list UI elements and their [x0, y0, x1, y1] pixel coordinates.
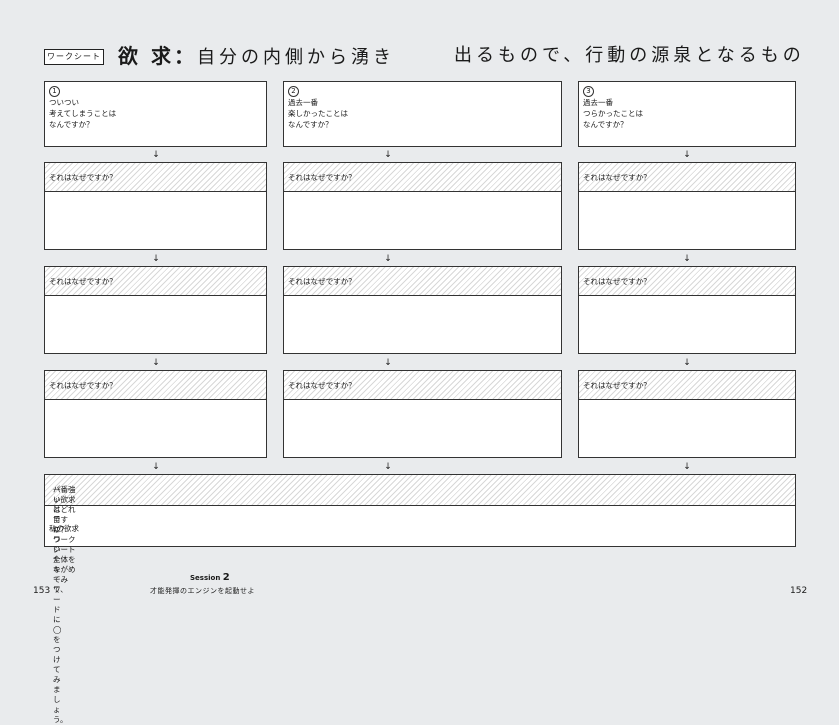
question-2-line-1: 過去一番: [288, 98, 318, 107]
why-label: それはなぜですか？: [583, 173, 651, 182]
title-part2: 出るもので、行動の源泉となるもの: [454, 45, 805, 66]
strongest-desire-box[interactable]: 一番強い欲求はどれですか？ ワークシート全体をながめてみて、 パッと目についたキ…: [44, 474, 796, 724]
question-1-line-3: なんですか？: [49, 120, 94, 129]
down-arrow-icon: ↓: [384, 358, 392, 368]
down-arrow-icon: ↓: [683, 254, 691, 264]
why-header: それはなぜですか？: [284, 371, 561, 400]
down-arrow-icon: ↓: [683, 358, 691, 368]
why-box-r1-c1[interactable]: それはなぜですか？: [44, 162, 267, 250]
question-box-1[interactable]: 1 ついつい 考えてしまうことは なんですか？: [44, 81, 267, 147]
down-arrow-icon: ↓: [384, 254, 392, 264]
question-number-2: 2: [288, 86, 299, 97]
why-label: それはなぜですか？: [288, 277, 356, 286]
why-header: それはなぜですか？: [45, 267, 266, 296]
why-header: それはなぜですか？: [45, 371, 266, 400]
my-desire-label: 私の欲求: [49, 524, 79, 533]
why-box-r3-c3[interactable]: それはなぜですか？: [578, 370, 796, 458]
why-header: それはなぜですか？: [579, 267, 795, 296]
why-header: それはなぜですか？: [579, 163, 795, 192]
question-3-line-1: 過去一番: [583, 98, 613, 107]
down-arrow-icon: ↓: [152, 358, 160, 368]
why-box-r3-c2[interactable]: それはなぜですか？: [283, 370, 562, 458]
down-arrow-icon: ↓: [152, 150, 160, 160]
question-2-line-2: 楽しかったことは: [288, 109, 348, 118]
why-label: それはなぜですか？: [288, 173, 356, 182]
why-box-r3-c1[interactable]: それはなぜですか？: [44, 370, 267, 458]
session-label: Session 2: [190, 572, 230, 583]
down-arrow-icon: ↓: [683, 462, 691, 472]
why-box-r1-c2[interactable]: それはなぜですか？: [283, 162, 562, 250]
why-label: それはなぜですか？: [49, 381, 117, 390]
why-box-r2-c2[interactable]: それはなぜですか？: [283, 266, 562, 354]
why-label: それはなぜですか？: [583, 381, 651, 390]
down-arrow-icon: ↓: [683, 150, 691, 160]
page-title: 欲 求：自分の内側から湧き: [118, 44, 395, 70]
question-2-line-3: なんですか？: [288, 120, 333, 129]
title-main: 欲 求：: [118, 44, 197, 68]
strongest-desire-header: 一番強い欲求はどれですか？ ワークシート全体をながめてみて、 パッと目についたキ…: [45, 475, 795, 724]
why-label: それはなぜですか？: [583, 277, 651, 286]
why-label: それはなぜですか？: [49, 173, 117, 182]
down-arrow-icon: ↓: [152, 462, 160, 472]
question-3-line-3: なんですか？: [583, 120, 628, 129]
why-header: それはなぜですか？: [284, 267, 561, 296]
title-part1: 自分の内側から湧き: [196, 47, 395, 68]
question-number-1: 1: [49, 86, 60, 97]
question-1-line-1: ついつい: [49, 98, 79, 107]
worksheet-tag: ワークシート: [44, 49, 104, 65]
page-number-left: 153: [33, 586, 51, 596]
prompt-line-2: パッと目についたキーワードに◯をつけてみましょう。: [53, 485, 68, 724]
why-header: それはなぜですか？: [45, 163, 266, 192]
down-arrow-icon: ↓: [152, 254, 160, 264]
question-1-line-2: 考えてしまうことは: [49, 109, 117, 118]
session-number: 2: [222, 572, 230, 583]
why-box-r2-c3[interactable]: それはなぜですか？: [578, 266, 796, 354]
why-label: それはなぜですか？: [49, 277, 117, 286]
question-box-3[interactable]: 3 過去一番 つらかったことは なんですか？: [578, 81, 796, 147]
page-number-right: 152: [790, 586, 808, 596]
why-header: それはなぜですか？: [284, 163, 561, 192]
why-label: それはなぜですか？: [288, 381, 356, 390]
why-header: それはなぜですか？: [579, 371, 795, 400]
session-subtitle: 才能発揮のエンジンを起動せよ: [150, 587, 255, 595]
down-arrow-icon: ↓: [384, 150, 392, 160]
session-word: Session: [190, 574, 221, 582]
why-box-r2-c1[interactable]: それはなぜですか？: [44, 266, 267, 354]
why-box-r1-c3[interactable]: それはなぜですか？: [578, 162, 796, 250]
question-box-2[interactable]: 2 過去一番 楽しかったことは なんですか？: [283, 81, 562, 147]
down-arrow-icon: ↓: [384, 462, 392, 472]
question-number-3: 3: [583, 86, 594, 97]
question-3-line-2: つらかったことは: [583, 109, 643, 118]
